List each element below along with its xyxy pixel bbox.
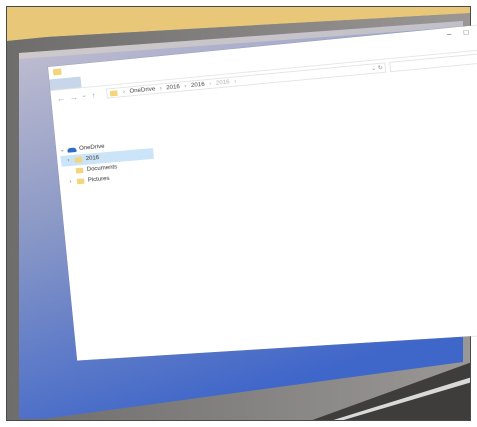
folder-icon <box>74 156 83 163</box>
address-dropdown-button[interactable]: ⌄ <box>371 66 376 72</box>
breadcrumb-separator: › <box>122 88 126 96</box>
search-input[interactable]: ⌕ <box>389 52 477 73</box>
navigation-pane: ⌄ OneDrive › 2016 Documents › Pictures <box>59 137 156 188</box>
minimize-button[interactable]: – <box>447 30 452 39</box>
window-controls: – □ × <box>447 26 477 39</box>
recent-locations-dropdown[interactable]: ⌄ <box>81 90 88 103</box>
address-controls: ⌄ ↻ <box>371 64 383 74</box>
file-explorer-window: – □ × ← → ⌄ ↑ › OneDrive › 2016 › 2016 ›… <box>48 23 477 361</box>
breadcrumb-onedrive[interactable]: OneDrive <box>129 86 155 95</box>
chevron-right-icon[interactable]: › <box>69 177 72 188</box>
breadcrumb-separator: › <box>208 80 212 88</box>
forward-button[interactable]: → <box>69 90 79 103</box>
folder-icon <box>76 178 85 185</box>
chevron-down-icon[interactable]: ⌄ <box>59 145 65 156</box>
breadcrumb-2016-current[interactable]: 2016 <box>216 79 230 87</box>
maximize-button[interactable]: □ <box>463 28 469 37</box>
breadcrumb-2016-sub[interactable]: 2016 <box>191 81 205 89</box>
breadcrumb-separator: › <box>184 82 187 90</box>
chevron-right-icon[interactable]: › <box>67 155 70 166</box>
onedrive-cloud-icon <box>67 147 77 153</box>
breadcrumb-separator: › <box>159 85 163 92</box>
up-button[interactable]: ↑ <box>91 89 96 102</box>
breadcrumb-2016[interactable]: 2016 <box>166 84 180 92</box>
folder-icon <box>109 90 118 97</box>
back-button[interactable]: ← <box>56 92 65 105</box>
tree-item-label: Pictures <box>87 175 110 184</box>
refresh-button[interactable]: ↻ <box>378 65 383 71</box>
folder-icon <box>75 167 84 174</box>
breadcrumb-separator: › <box>233 78 237 85</box>
folder-icon <box>52 68 62 76</box>
